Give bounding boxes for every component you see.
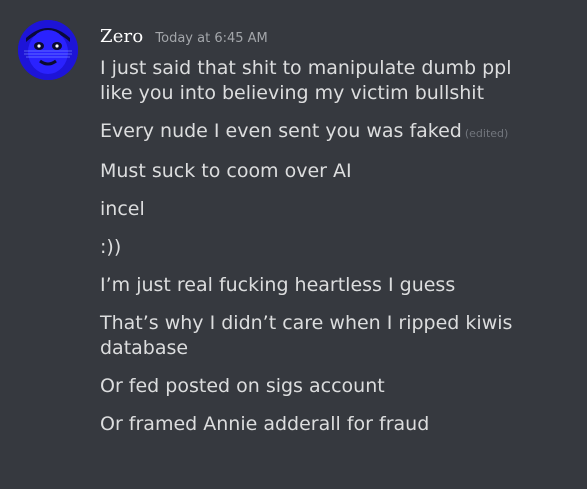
message-header: Zero Today at 6:45 AM xyxy=(100,26,268,52)
message-text: Or framed Annie adderall for fraud xyxy=(100,413,430,435)
message-text: incel xyxy=(100,198,145,220)
message[interactable]: That’s why I didn’t care when I ripped k… xyxy=(100,311,570,361)
message-text: database xyxy=(100,337,189,359)
message-text: I’m just real fucking heartless I guess xyxy=(100,274,456,296)
message-text: :)) xyxy=(100,236,122,258)
message-text: Every nude I even sent you was faked xyxy=(100,120,462,142)
message-list: I just said that shit to manipulate dumb… xyxy=(100,56,570,450)
message-text: like you into believing my victim bullsh… xyxy=(100,82,485,104)
username[interactable]: Zero xyxy=(100,26,143,47)
chat-view: Zero Today at 6:45 AM I just said that s… xyxy=(0,0,587,489)
message[interactable]: incel xyxy=(100,197,570,222)
avatar[interactable] xyxy=(18,20,78,80)
message-text: That’s why I didn’t care when I ripped k… xyxy=(100,312,513,334)
message-text: Must suck to coom over AI xyxy=(100,160,352,182)
avatar-image xyxy=(18,20,78,80)
message[interactable]: Every nude I even sent you was faked (edi… xyxy=(100,119,570,146)
message[interactable]: I’m just real fucking heartless I guess xyxy=(100,273,570,298)
edited-label: (edited) xyxy=(464,127,509,140)
message[interactable]: Or framed Annie adderall for fraud xyxy=(100,412,570,437)
message[interactable]: Must suck to coom over AI xyxy=(100,159,570,184)
message[interactable]: :)) xyxy=(100,235,570,260)
message-text: I just said that shit to manipulate dumb… xyxy=(100,57,512,79)
message[interactable]: Or fed posted on sigs account xyxy=(100,374,570,399)
message[interactable]: I just said that shit to manipulate dumb… xyxy=(100,56,570,106)
message-text: Or fed posted on sigs account xyxy=(100,375,385,397)
timestamp: Today at 6:45 AM xyxy=(155,31,268,46)
